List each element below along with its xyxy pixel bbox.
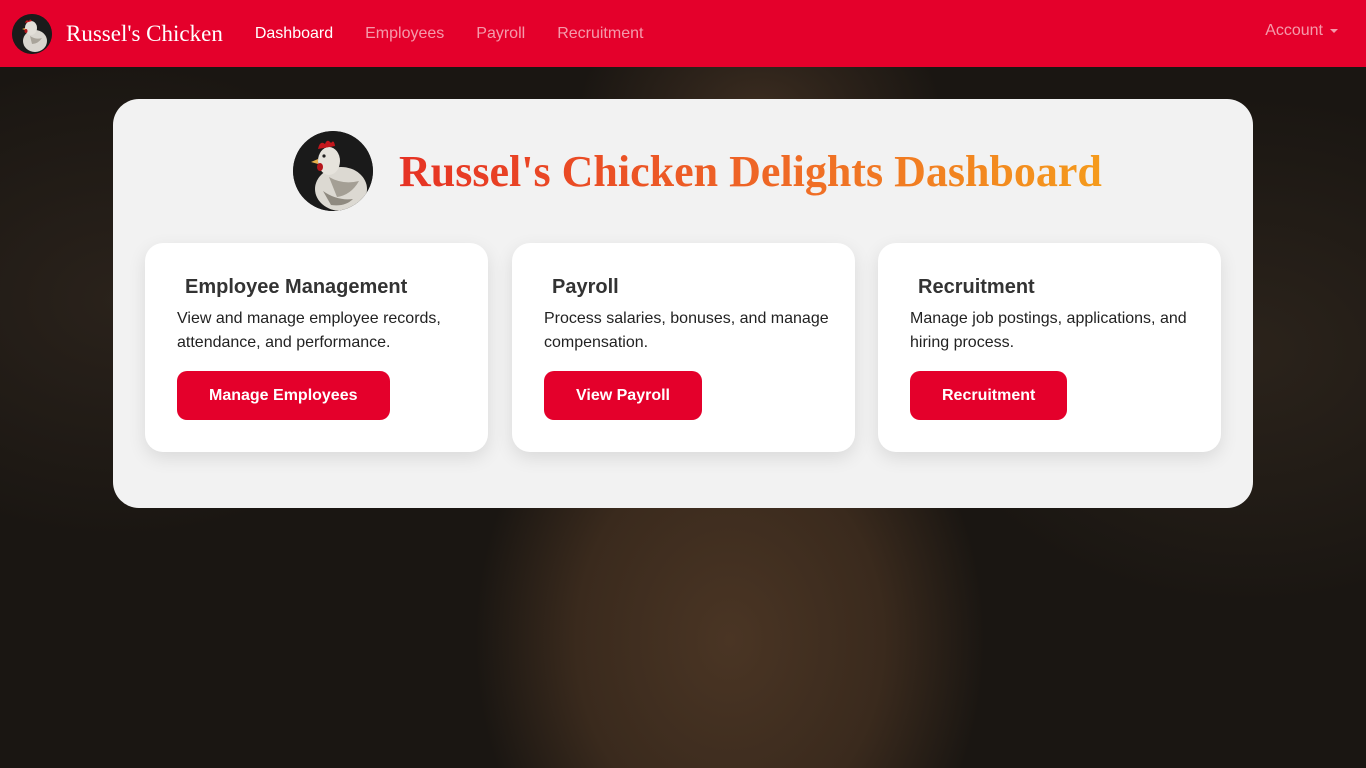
recruitment-button[interactable]: Recruitment <box>910 371 1068 420</box>
view-payroll-button[interactable]: View Payroll <box>544 371 702 420</box>
brand[interactable]: Russel's Chicken <box>12 13 223 54</box>
card-title: Employee Management <box>185 276 408 298</box>
page-title: Russel's Chicken Delights Dashboard <box>399 146 1102 196</box>
nav-link-recruitment[interactable]: Recruitment <box>541 25 659 43</box>
card-description: Manage job postings, applications, and h… <box>910 310 1187 351</box>
dashboard-header: Russel's Chicken Delights Dashboard <box>293 131 1102 211</box>
card-description: Process salaries, bonuses, and manage co… <box>544 310 829 351</box>
card-recruitment: Recruitment Manage job postings, applica… <box>878 243 1221 452</box>
card-title: Recruitment <box>918 276 1035 298</box>
card-title: Payroll <box>552 276 619 298</box>
nav-link-payroll[interactable]: Payroll <box>460 25 541 43</box>
top-navbar: Russel's Chicken Dashboard Employees Pay… <box>0 0 1366 67</box>
nav-link-dashboard[interactable]: Dashboard <box>239 25 349 43</box>
dashboard-panel: Russel's Chicken Delights Dashboard Empl… <box>113 99 1253 508</box>
card-payroll: Payroll Process salaries, bonuses, and m… <box>512 243 855 452</box>
card-description: View and manage employee records, attend… <box>177 310 441 351</box>
account-dropdown[interactable]: Account <box>1265 22 1338 40</box>
card-employee-management: Employee Management View and manage empl… <box>145 243 488 452</box>
nav-links: Dashboard Employees Payroll Recruitment <box>239 25 660 43</box>
brand-name: Russel's Chicken <box>66 20 223 46</box>
rooster-logo-icon <box>12 13 52 54</box>
caret-down-icon <box>1330 29 1338 33</box>
nav-link-employees[interactable]: Employees <box>349 25 460 43</box>
rooster-logo-icon <box>293 131 373 211</box>
account-label: Account <box>1265 22 1323 39</box>
manage-employees-button[interactable]: Manage Employees <box>177 371 390 420</box>
